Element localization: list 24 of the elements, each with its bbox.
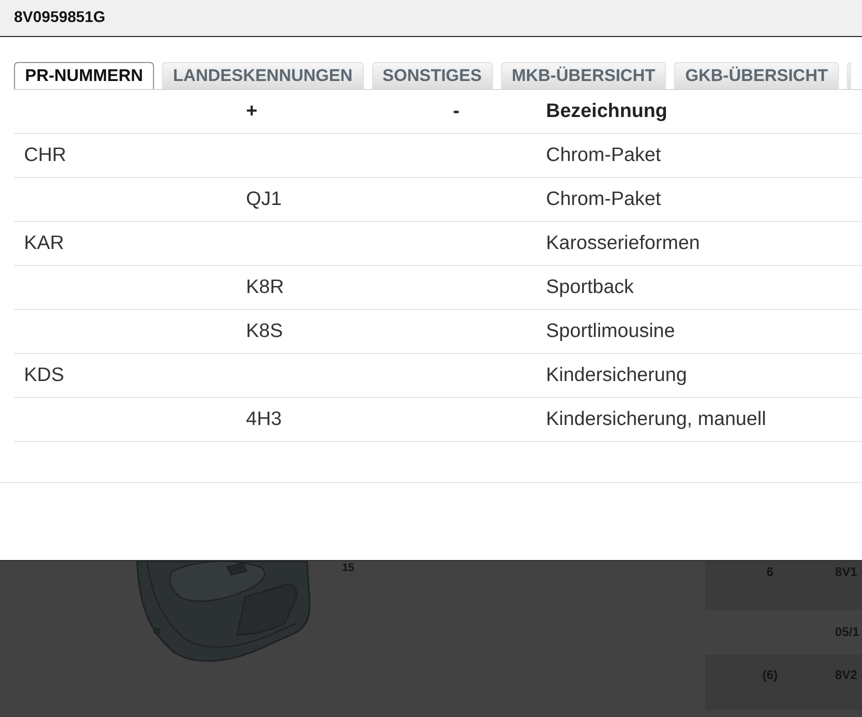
column-header: Bezeichnung: [545, 100, 668, 123]
table-cell-text: 4H3: [245, 408, 283, 431]
partial-tab[interactable]: [846, 62, 851, 89]
table-cell-text: Kindersicherung: [545, 364, 688, 387]
tab[interactable]: SONSTIGES: [372, 62, 493, 89]
table-cell-text: Kindersicherung, manuell: [545, 408, 768, 431]
tab[interactable]: LANDESKENNUNGEN: [162, 62, 364, 89]
dialog-title: 8V0959851G: [14, 9, 106, 27]
tab[interactable]: MKB-ÜBERSICHT: [500, 62, 666, 89]
table-cell-text: Chrom-Paket: [545, 188, 662, 211]
tab[interactable]: GKB-ÜBERSICHT: [674, 62, 839, 89]
table-cell-text: KAR: [23, 232, 66, 255]
table-cell-text: CHR: [23, 144, 68, 167]
table-cell-text: Karosserieformen: [545, 232, 701, 255]
table-cell-text: Sportlimousine: [545, 320, 676, 343]
table-cell-text: K8S: [245, 320, 284, 343]
column-header: +: [245, 100, 258, 123]
table-cell-text: QJ1: [245, 188, 283, 211]
table-cell-text: Sportback: [545, 276, 635, 299]
table-cell-text: Chrom-Paket: [545, 144, 662, 167]
column-header: -: [452, 100, 460, 123]
tab[interactable]: PR-NUMMERN: [14, 62, 154, 89]
table-cell-text: K8R: [245, 276, 285, 299]
table-cell-text: KDS: [23, 364, 66, 387]
